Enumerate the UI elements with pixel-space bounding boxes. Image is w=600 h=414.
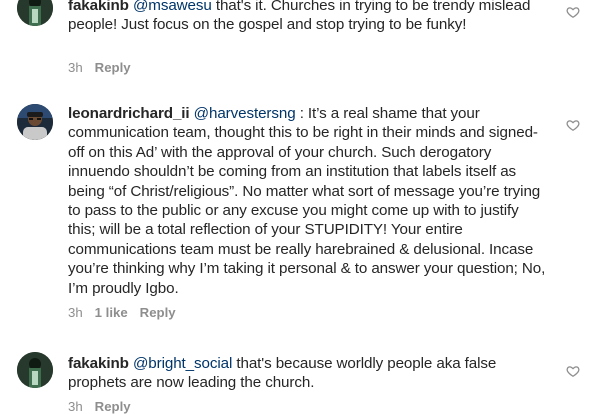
reply-button[interactable]: Reply: [95, 60, 131, 75]
avatar[interactable]: [17, 352, 53, 388]
comment-mention[interactable]: @bright_social: [133, 355, 232, 372]
comment-text: fakakinb @bright_social that's because w…: [68, 354, 550, 393]
comment-mention[interactable]: @msawesu: [133, 0, 212, 14]
reply-button[interactable]: Reply: [140, 305, 176, 320]
comment-time: 3h: [68, 399, 83, 414]
comment-username[interactable]: leonardrichard_ii: [68, 105, 190, 122]
comment-text: leonardrichard_ii @harvestersng : It’s a…: [68, 104, 550, 298]
heart-icon[interactable]: [566, 118, 580, 132]
comment-username[interactable]: fakakinb: [68, 0, 129, 14]
heart-icon[interactable]: [566, 5, 580, 19]
comment-time: 3h: [68, 305, 83, 320]
avatar-image: [17, 0, 53, 26]
likes-count[interactable]: 1 like: [95, 305, 128, 320]
heart-icon[interactable]: [566, 364, 580, 378]
avatar-image: [17, 104, 53, 140]
avatar-image: [17, 352, 53, 388]
reply-button[interactable]: Reply: [95, 399, 131, 414]
comment-meta: 3h 1 like Reply: [68, 305, 176, 320]
comment-username[interactable]: fakakinb: [68, 355, 129, 372]
comment-meta: 3h Reply: [68, 60, 131, 75]
comment-text: fakakinb @msawesu that's it. Churches in…: [68, 0, 550, 35]
comment-time: 3h: [68, 60, 83, 75]
comment-body: : It’s a real shame that your communicat…: [68, 105, 546, 297]
avatar[interactable]: [17, 104, 53, 140]
avatar[interactable]: [17, 0, 53, 26]
comment-mention[interactable]: @harvestersng: [194, 105, 296, 122]
comment-meta: 3h Reply: [68, 399, 131, 414]
